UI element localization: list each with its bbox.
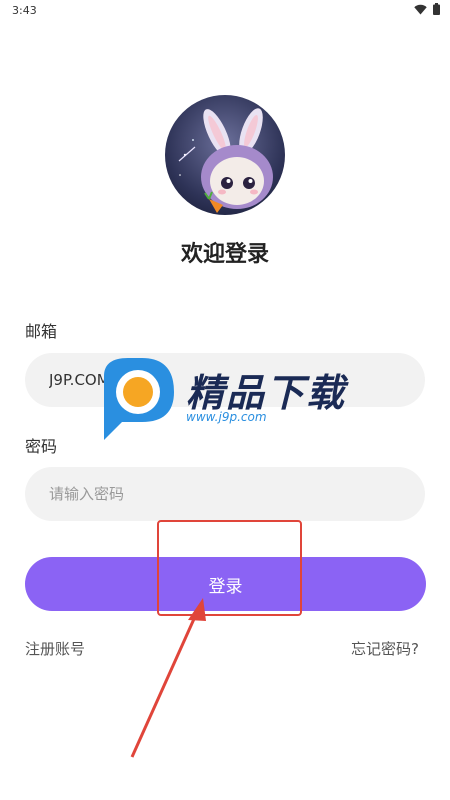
password-label: 密码 [25, 437, 58, 456]
status-icons [414, 3, 440, 15]
status-bar: 3:43 [0, 0, 450, 20]
status-time: 3:43 [12, 4, 37, 17]
watermark-url: www.j9p.com [186, 410, 267, 424]
battery-icon [433, 3, 440, 15]
password-field[interactable] [25, 467, 425, 521]
forgot-password-link[interactable]: 忘记密码? [351, 638, 419, 659]
wifi-icon [414, 4, 427, 14]
email-label: 邮箱 [25, 322, 58, 341]
bunny-avatar-icon [165, 95, 285, 215]
email-field[interactable] [25, 353, 425, 407]
login-button[interactable]: 登录 [25, 557, 426, 611]
register-link[interactable]: 注册账号 [25, 638, 85, 659]
avatar [165, 95, 285, 215]
page-title: 欢迎登录 [180, 242, 269, 267]
